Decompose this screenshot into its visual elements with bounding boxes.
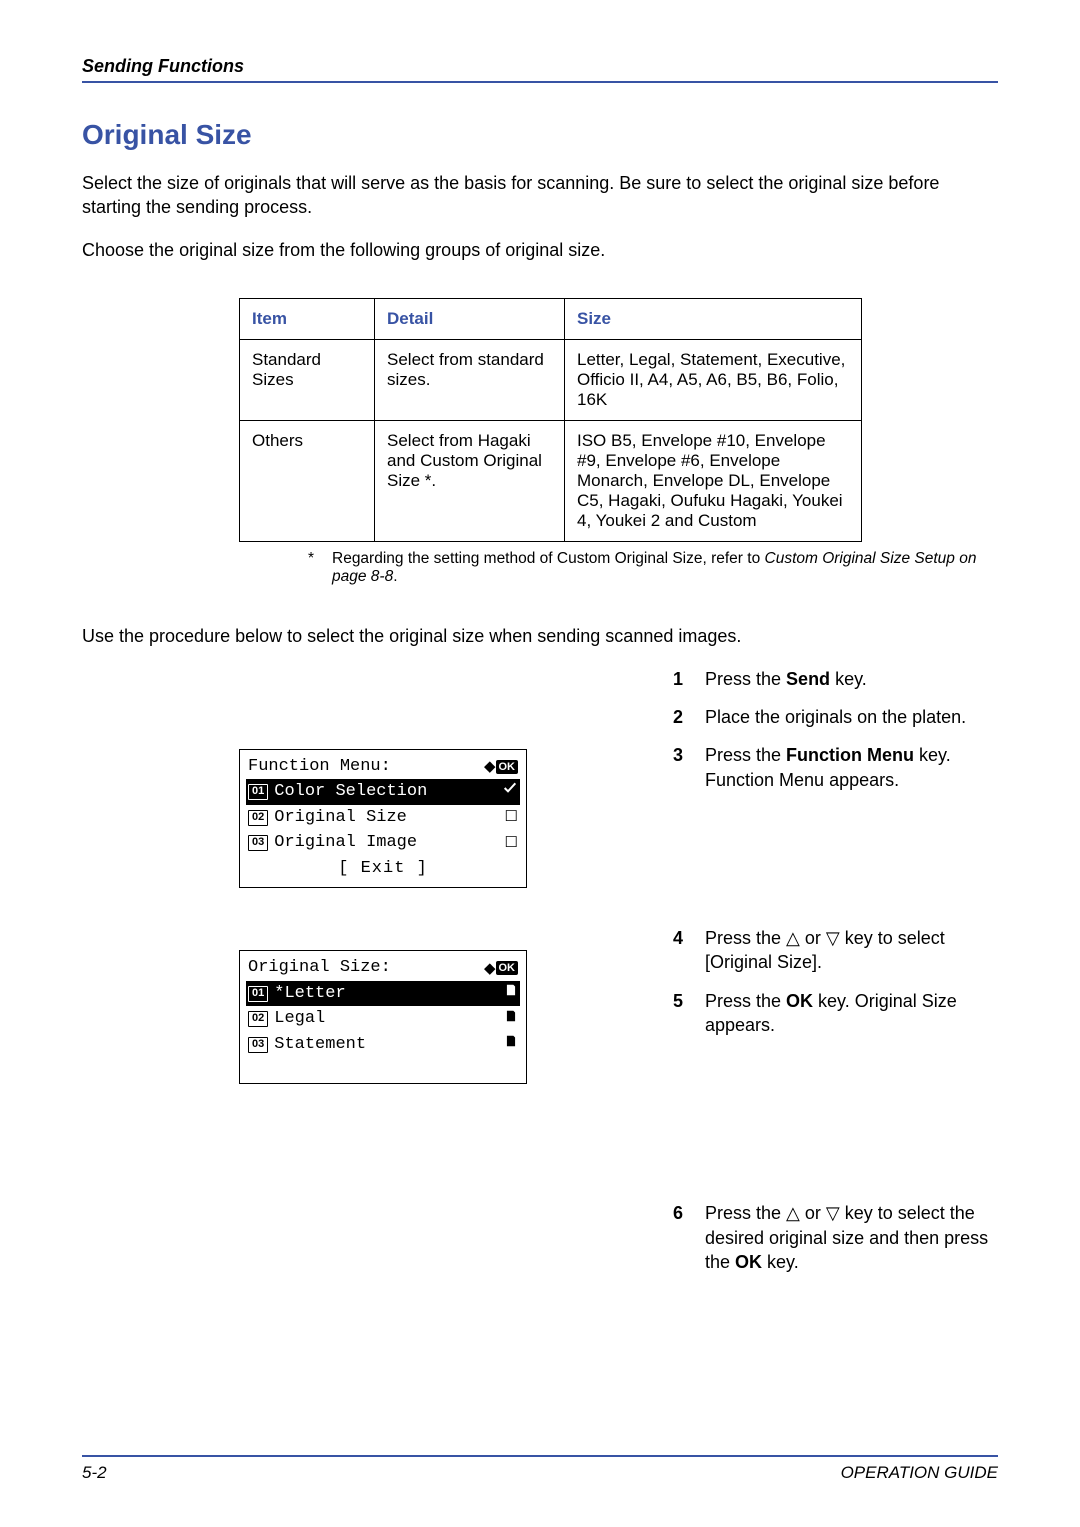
step-item: 4 Press the △ or ▽ key to select [Origin… <box>673 926 998 975</box>
lcd-original-size: Original Size: ◆ OK 01 *Letter 02 <box>239 950 527 1084</box>
page-orientation-icon <box>504 982 518 1005</box>
lcd-title: Function Menu: <box>248 754 391 780</box>
step-text: Press the Send key. <box>705 667 998 691</box>
checkbox-icon: ☐ <box>505 832 518 855</box>
lcd-nav-ok: ◆ OK <box>484 759 518 774</box>
step-item: 6 Press the △ or ▽ key to select the des… <box>673 1201 998 1274</box>
step-number: 6 <box>673 1201 705 1274</box>
ok-badge: OK <box>496 961 519 975</box>
step-number: 4 <box>673 926 705 975</box>
step-text: Press the △ or ▽ key to select the desir… <box>705 1201 998 1274</box>
footer-guide-label: OPERATION GUIDE <box>841 1463 998 1483</box>
step-number: 3 <box>673 743 705 792</box>
lcd-row: 03 Original Image ☐ <box>246 830 520 856</box>
row-number-badge: 03 <box>248 835 268 851</box>
check-icon <box>502 780 518 804</box>
lcd-row: 02 Original Size ☐ <box>246 805 520 831</box>
nav-diamond-icon: ◆ <box>484 759 488 774</box>
footnote-tail: . <box>393 568 397 585</box>
cell-detail: Select from Hagaki and Custom Original S… <box>375 420 565 541</box>
footnote-plain: Regarding the setting method of Custom O… <box>332 550 765 567</box>
nav-diamond-icon: ◆ <box>484 961 488 976</box>
row-label: Original Image <box>274 830 498 856</box>
step-text: Press the △ or ▽ key to select [Original… <box>705 926 998 975</box>
header-section-title: Sending Functions <box>82 56 244 76</box>
row-number-badge: 02 <box>248 810 268 826</box>
cell-detail: Select from standard sizes. <box>375 339 565 420</box>
checkbox-icon: ☐ <box>505 806 518 829</box>
cell-item: Others <box>240 420 375 541</box>
lcd-row: 02 Legal <box>246 1006 520 1032</box>
page-orientation-icon <box>504 1033 518 1056</box>
row-label: Statement <box>274 1032 498 1058</box>
footer-page-number: 5-2 <box>82 1463 107 1483</box>
lcd-row: 03 Statement <box>246 1032 520 1058</box>
th-item: Item <box>240 298 375 339</box>
page-footer: 5-2 OPERATION GUIDE <box>82 1455 998 1483</box>
row-number-badge: 01 <box>248 986 268 1002</box>
page-header: Sending Functions <box>82 56 998 83</box>
section-heading: Original Size <box>82 119 998 151</box>
lcd-nav-ok: ◆ OK <box>484 961 518 976</box>
step-text: Press the OK key. Original Size appears. <box>705 989 998 1038</box>
step-text: Place the originals on the platen. <box>705 705 998 729</box>
row-label: Legal <box>274 1006 498 1032</box>
page-orientation-icon <box>504 1008 518 1031</box>
step-number: 1 <box>673 667 705 691</box>
step-item: 2 Place the originals on the platen. <box>673 705 998 729</box>
row-number-badge: 01 <box>248 784 268 800</box>
steps-list: 1 Press the Send key. 2 Place the origin… <box>649 667 998 1288</box>
procedure-lead: Use the procedure below to select the or… <box>82 626 998 647</box>
step-text: Press the Function Menu key. Function Me… <box>705 743 998 792</box>
step-item: 5 Press the OK key. Original Size appear… <box>673 989 998 1038</box>
row-number-badge: 02 <box>248 1011 268 1027</box>
step-item: 3 Press the Function Menu key. Function … <box>673 743 998 792</box>
step-item: 1 Press the Send key. <box>673 667 998 691</box>
cell-size: ISO B5, Envelope #10, Envelope #9, Envel… <box>565 420 862 541</box>
sizes-table: Item Detail Size Standard Sizes Select f… <box>239 298 862 542</box>
table-row: Others Select from Hagaki and Custom Ori… <box>240 420 862 541</box>
cell-item: Standard Sizes <box>240 339 375 420</box>
footnote-mark: * <box>268 550 332 586</box>
intro-paragraph-2: Choose the original size from the follow… <box>82 238 998 262</box>
footnote-text: Regarding the setting method of Custom O… <box>332 550 998 586</box>
ok-badge: OK <box>496 760 519 774</box>
intro-paragraph-1: Select the size of originals that will s… <box>82 171 998 220</box>
row-label: Original Size <box>274 805 498 831</box>
lcd-row: 01 Color Selection <box>246 779 520 805</box>
table-footnote: * Regarding the setting method of Custom… <box>268 550 998 586</box>
cell-size: Letter, Legal, Statement, Executive, Off… <box>565 339 862 420</box>
sizes-table-wrap: Item Detail Size Standard Sizes Select f… <box>239 298 862 542</box>
lcd-row: 01 *Letter <box>246 981 520 1007</box>
th-size: Size <box>565 298 862 339</box>
step-number: 5 <box>673 989 705 1038</box>
row-label: Color Selection <box>274 779 496 805</box>
lcd-exit: [ Exit ] <box>246 856 520 882</box>
lcd-title: Original Size: <box>248 955 391 981</box>
lcd-function-menu: Function Menu: ◆ OK 01 Color Selection <box>239 749 527 889</box>
step-number: 2 <box>673 705 705 729</box>
th-detail: Detail <box>375 298 565 339</box>
row-label: *Letter <box>274 981 498 1007</box>
table-row: Standard Sizes Select from standard size… <box>240 339 862 420</box>
row-number-badge: 03 <box>248 1037 268 1053</box>
